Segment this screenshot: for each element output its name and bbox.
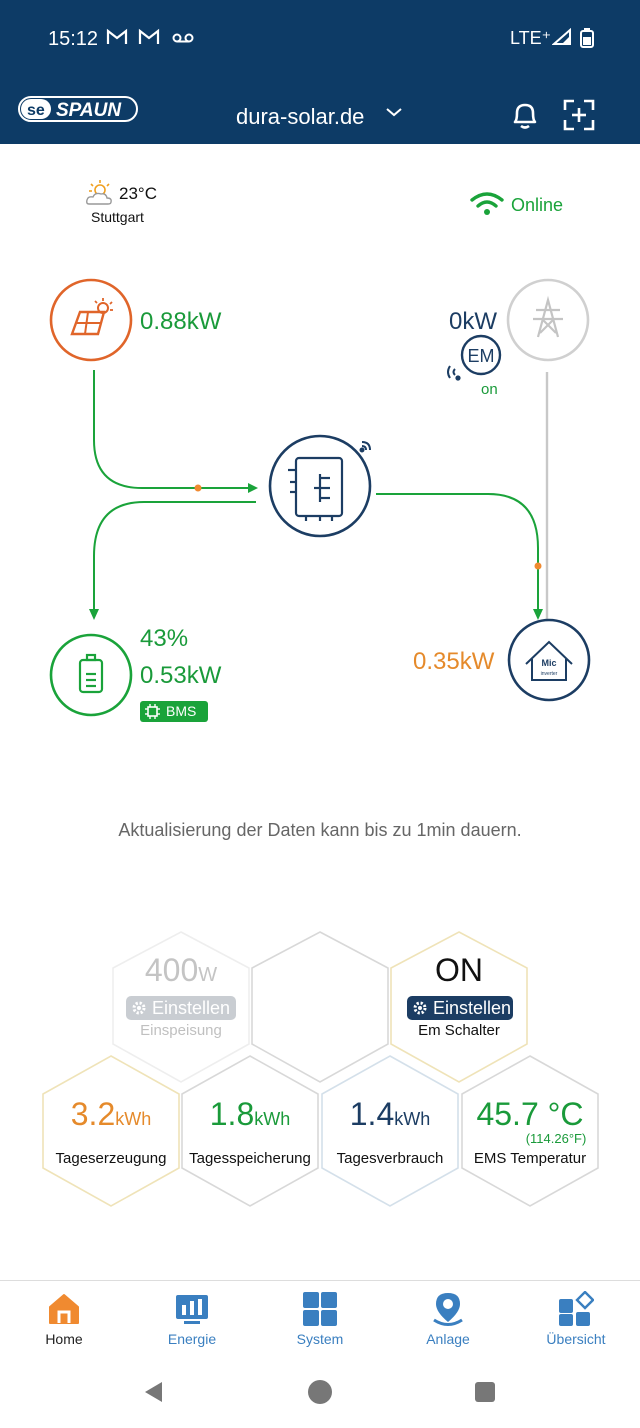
home-flow-dot — [534, 562, 542, 570]
nav-home[interactable]: Home — [0, 1281, 128, 1361]
daily-generation-value: 3.2 — [70, 1096, 116, 1132]
inverter-node[interactable] — [268, 434, 372, 538]
home-circle-icon[interactable] — [307, 1379, 333, 1405]
site-selector[interactable]: dura-solar.de — [236, 104, 364, 130]
nav-anlage[interactable]: Anlage — [384, 1281, 512, 1361]
battery-flow-line — [93, 501, 256, 610]
home-icon — [49, 1294, 79, 1324]
daily-consumption-label: Tagesverbrauch — [336, 1150, 444, 1167]
nav-system-label: System — [296, 1331, 344, 1347]
daily-storage-unit: kWh — [254, 1109, 291, 1129]
em-label: EM — [468, 346, 495, 366]
inverter-wifi-icon — [359, 441, 371, 453]
battery-soc: 43% — [140, 625, 189, 652]
overview-icon — [559, 1291, 594, 1326]
daily-storage-value-row: 1.8kWh — [182, 1096, 318, 1133]
empty-tile — [251, 931, 389, 1083]
chip-icon — [145, 704, 160, 719]
pv-power-value: 0.88kW — [140, 308, 222, 335]
pv-flow-line — [93, 370, 256, 489]
battery-power-value: 0.53kW — [140, 662, 222, 689]
battery-node[interactable] — [49, 633, 133, 717]
nav-energie-label: Energie — [167, 1331, 217, 1347]
bell-icon[interactable] — [508, 98, 542, 132]
daily-generation-unit: kWh — [115, 1109, 152, 1129]
app-root: 15:12 LTE⁺ se SPAUN dura-solar.de 23°C S… — [0, 0, 640, 1428]
home-power-value: 0.35kW — [413, 648, 495, 675]
daily-consumption-value-row: 1.4kWh — [322, 1096, 458, 1133]
home-flow-line — [376, 493, 539, 612]
feed-in-value-row: 400W — [113, 952, 249, 989]
recents-icon[interactable] — [474, 1381, 496, 1403]
system-nav-bar — [0, 1360, 640, 1428]
ems-temperature-value: 45.7 °C — [476, 1096, 584, 1132]
energy-flow-diagram: EM Mic inverter — [49, 278, 591, 717]
daily-generation-label: Tageserzeugung — [55, 1150, 167, 1167]
daily-storage-value: 1.8 — [209, 1096, 255, 1132]
daily-consumption-unit: kWh — [394, 1109, 431, 1129]
nav-uebersicht[interactable]: Übersicht — [512, 1281, 640, 1361]
status-time: 15:12 — [48, 28, 99, 50]
voicemail-icon — [172, 28, 194, 52]
feed-in-value: 400 — [144, 952, 199, 988]
status-bar: 15:12 LTE⁺ — [0, 22, 640, 58]
daily-storage-label: Tagesspeicherung — [189, 1150, 311, 1167]
nav-uebersicht-label: Übersicht — [546, 1331, 606, 1347]
spaun-logo[interactable]: se SPAUN — [18, 96, 138, 122]
feed-in-label: Einspeisung — [140, 1022, 222, 1039]
app-header: 15:12 LTE⁺ se SPAUN dura-solar.de — [0, 0, 640, 144]
brand-name: SPAUN — [56, 100, 122, 121]
em-switch-settings-label: Einstellen — [433, 998, 512, 1018]
hex-tile-grid — [42, 931, 599, 1207]
signal-icon — [551, 27, 572, 52]
pv-flow-dot — [194, 484, 202, 492]
bottom-nav: Home Energie System Anlage Übersicht — [0, 1280, 640, 1360]
solar-panel-node[interactable] — [49, 278, 133, 362]
em-switch-settings-button[interactable]: Einstellen — [407, 996, 513, 1020]
nav-energie[interactable]: Energie — [128, 1281, 256, 1361]
energy-chart-icon — [176, 1295, 208, 1324]
feed-in-unit: W — [198, 964, 218, 986]
em-state: on — [481, 381, 498, 398]
em-switch-value: ON — [435, 952, 483, 988]
grid-icon — [303, 1292, 337, 1326]
svg-text:se: se — [27, 102, 45, 119]
home-icon-text: Mic — [541, 658, 556, 668]
nav-anlage-label: Anlage — [426, 1331, 470, 1347]
ems-temperature-fahrenheit: (114.26°F) — [525, 1131, 587, 1146]
nav-home-label: Home — [45, 1331, 83, 1347]
daily-consumption-value: 1.4 — [349, 1096, 395, 1132]
bms-badge[interactable]: BMS — [140, 701, 208, 722]
location-icon — [433, 1293, 463, 1326]
grid-power-value: 0kW — [449, 308, 497, 335]
gmail-notification-icon-2 — [138, 28, 160, 52]
network-type: LTE⁺ — [510, 28, 552, 48]
update-note: Aktualisierung der Daten kann bis zu 1mi… — [118, 820, 522, 840]
bms-label: BMS — [166, 703, 197, 719]
battery-status-icon — [580, 28, 594, 54]
scan-icon[interactable] — [562, 98, 596, 132]
top-bar: se SPAUN dura-solar.de — [0, 90, 640, 134]
em-switch-label: Em Schalter — [418, 1022, 500, 1039]
daily-generation-value-row: 3.2kWh — [43, 1096, 179, 1133]
em-signal-icon — [447, 365, 461, 381]
gear-icon — [413, 1001, 427, 1015]
em-meter-badge[interactable]: EM — [447, 334, 502, 381]
nav-system[interactable]: System — [256, 1281, 384, 1361]
gmail-notification-icon — [106, 28, 128, 52]
home-node[interactable]: Mic inverter — [507, 618, 591, 702]
grid-node[interactable] — [506, 278, 590, 362]
home-icon-subtext: inverter — [541, 671, 558, 677]
feed-in-settings-button[interactable]: Einstellen — [126, 996, 236, 1020]
back-icon[interactable] — [142, 1380, 166, 1404]
gear-icon — [132, 1001, 146, 1015]
chevron-down-icon[interactable] — [384, 104, 404, 120]
feed-in-settings-label: Einstellen — [152, 998, 231, 1018]
ems-temperature-label: EMS Temperatur — [473, 1150, 587, 1167]
